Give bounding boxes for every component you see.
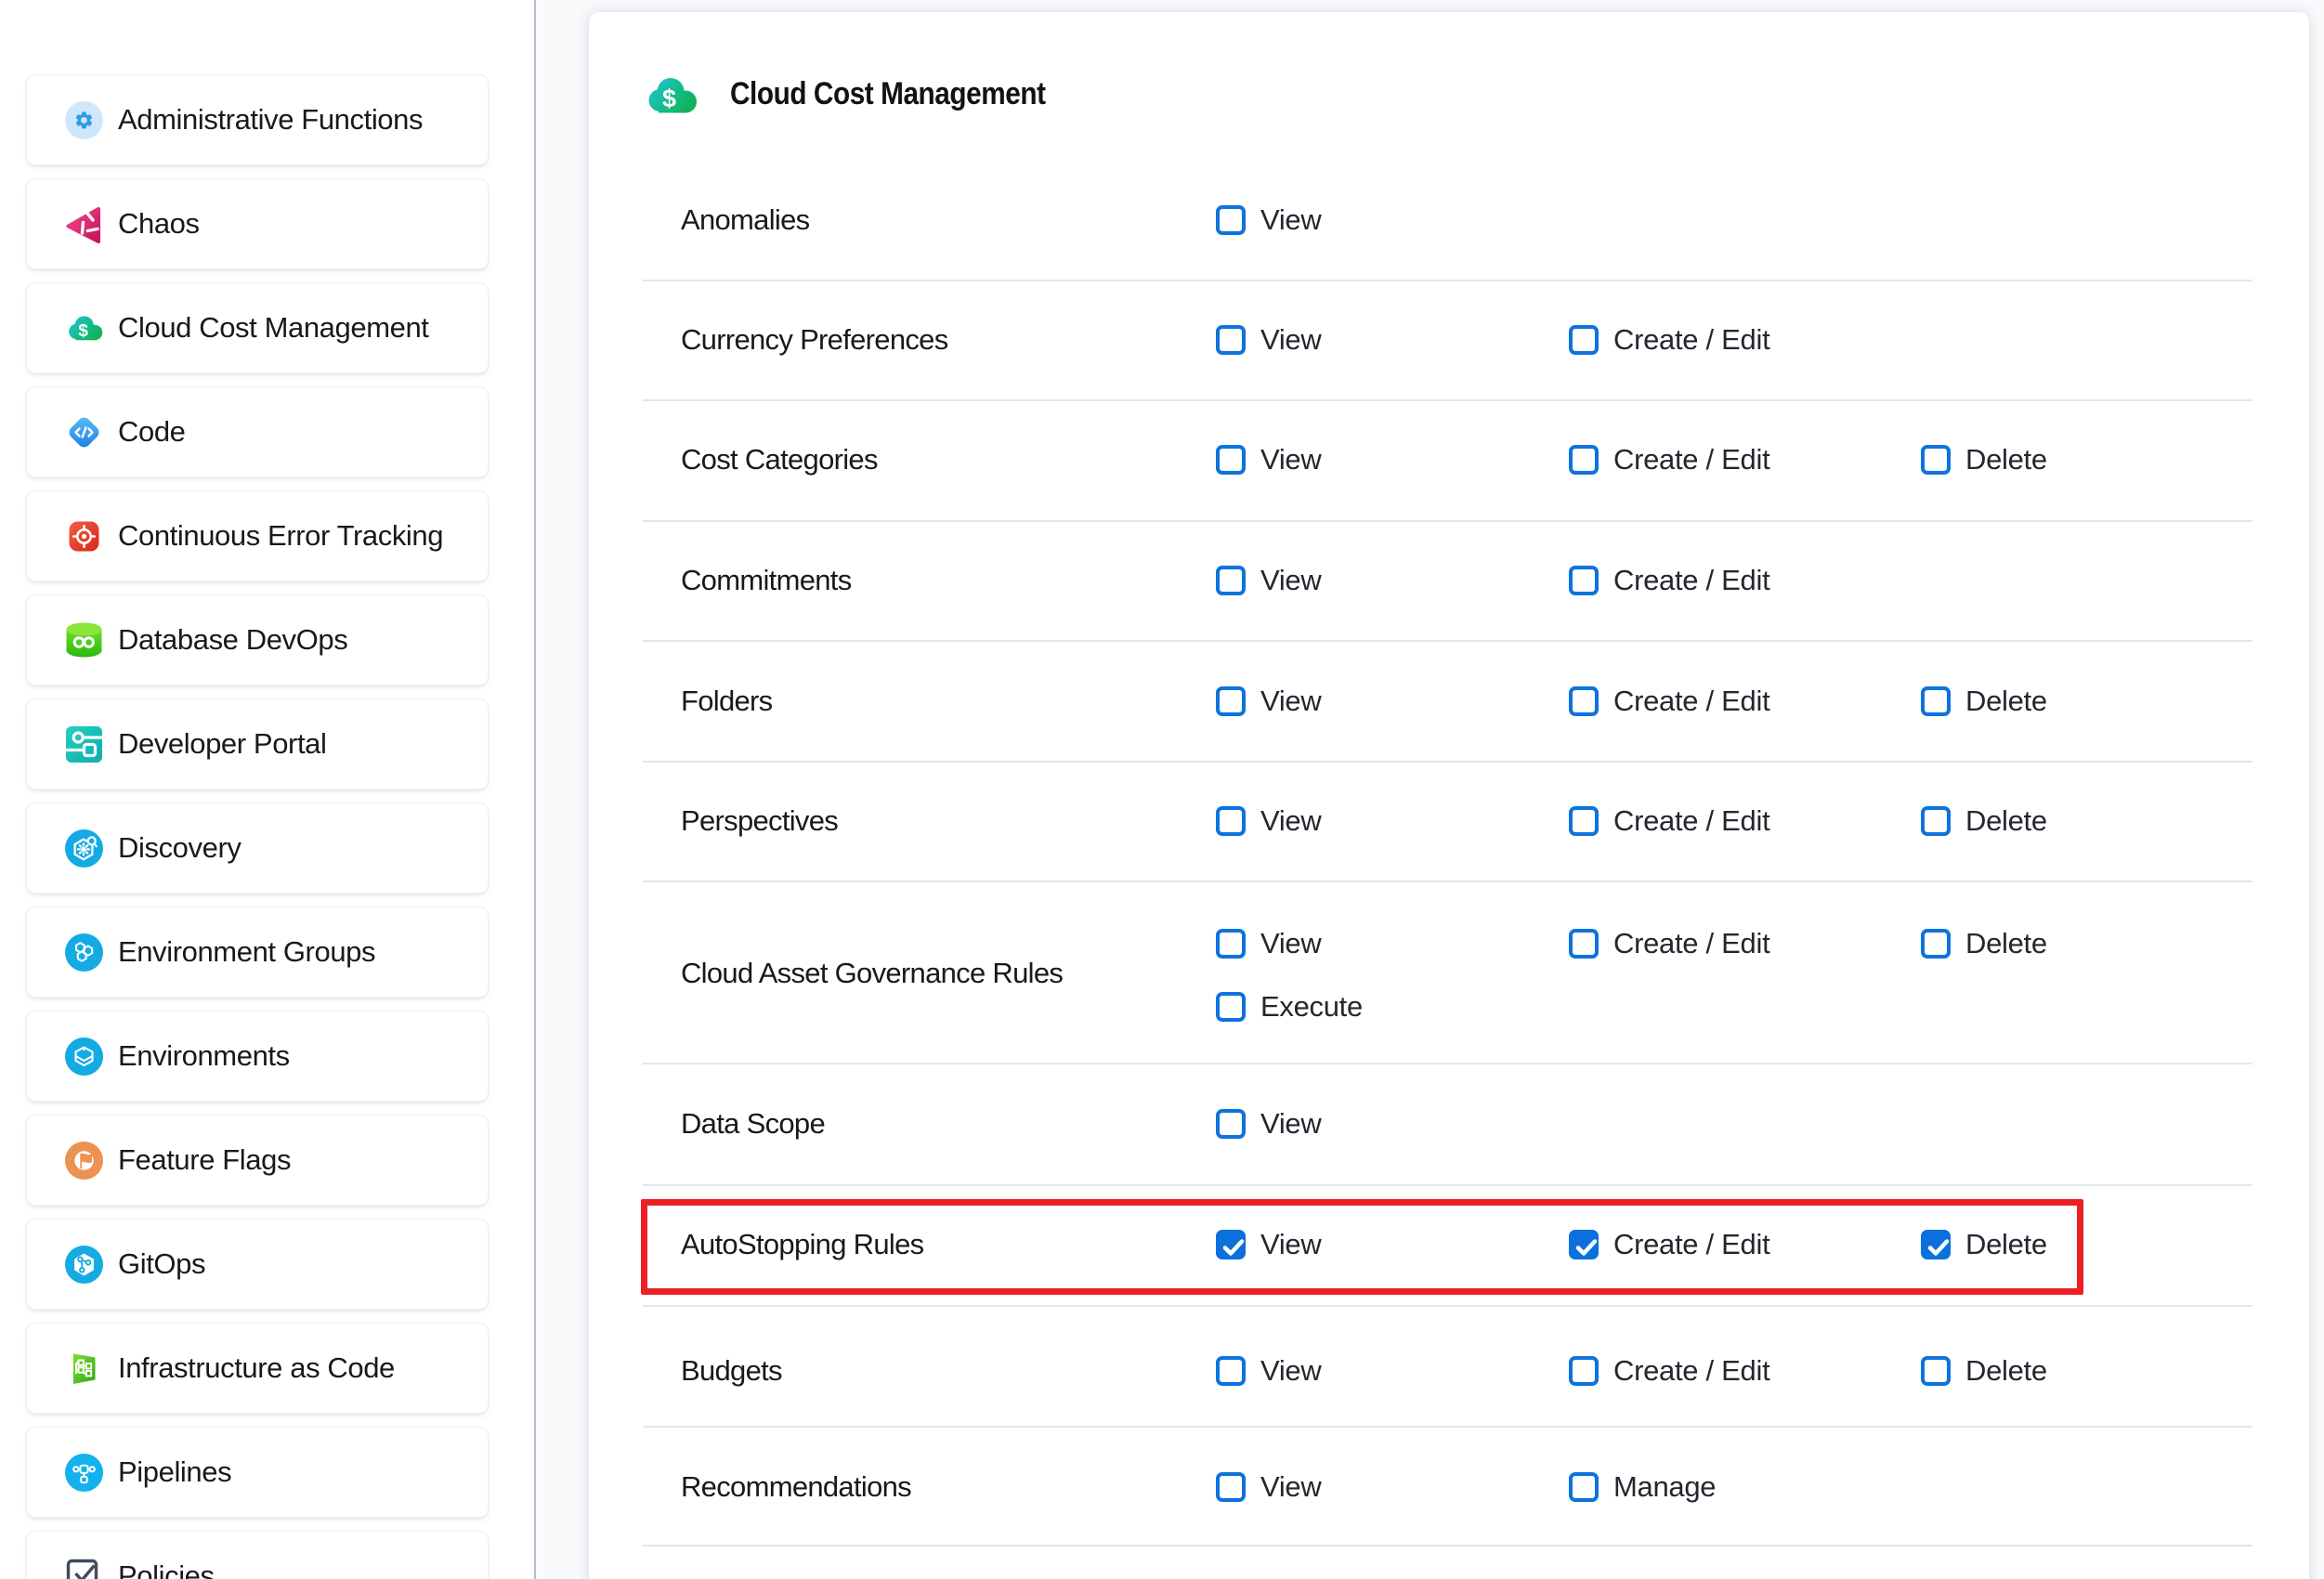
svg-text:$: $ [662, 85, 676, 112]
svg-text:$: $ [78, 320, 88, 339]
